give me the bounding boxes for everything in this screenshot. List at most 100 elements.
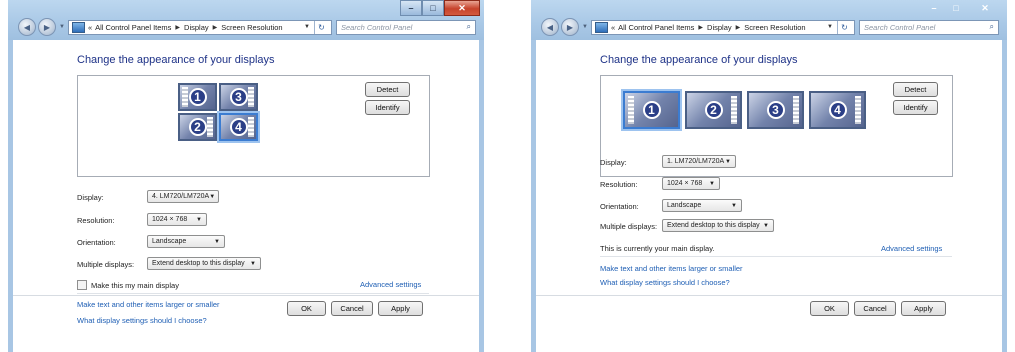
resolution-label: Resolution: <box>600 180 638 189</box>
main-display-label: Make this my main display <box>91 280 179 290</box>
address-bar[interactable]: « All Control Panel Items ▶ Display ▶ Sc… <box>67 19 332 35</box>
monitor-number: 4 <box>828 101 847 119</box>
main-display-status: This is currently your main display. <box>600 244 715 253</box>
detect-button[interactable]: Detect <box>365 82 410 97</box>
multiple-displays-label: Multiple displays: <box>600 222 658 231</box>
content-area: Change the appearance of your displays 1… <box>536 40 1002 352</box>
display-value: 1. LM720/LM720A <box>667 158 725 165</box>
display-arrangement-area[interactable]: 1 3 2 4 Detect Identify <box>77 75 430 177</box>
display-label: Display: <box>77 193 104 202</box>
search-icon[interactable]: ⌕ <box>467 22 471 32</box>
search-icon[interactable]: ⌕ <box>990 22 994 32</box>
orientation-value: Landscape <box>667 202 702 209</box>
display-dropdown[interactable]: 4. LM720/LM720A ▼ <box>147 190 219 203</box>
monitor-icon[interactable]: 4 <box>809 91 866 129</box>
multiple-displays-value: Extend desktop to this display <box>152 260 245 267</box>
address-bar[interactable]: « All Control Panel Items ▶ Display ▶ Sc… <box>590 19 855 35</box>
monitor-icon[interactable]: 2 <box>685 91 742 129</box>
breadcrumb-all-control-panel-items[interactable]: All Control Panel Items <box>95 23 171 32</box>
divider <box>77 293 429 294</box>
orientation-label: Orientation: <box>600 202 639 211</box>
breadcrumb-screen-resolution[interactable]: Screen Resolution <box>221 23 282 32</box>
apply-button[interactable]: Apply <box>378 301 423 316</box>
address-prefix: « <box>87 22 93 32</box>
main-display-checkbox[interactable]: Make this my main display <box>77 280 179 290</box>
minimize-icon[interactable]: – <box>923 0 945 16</box>
ok-button[interactable]: OK <box>810 301 849 316</box>
monitor-icon[interactable]: 2 <box>178 113 217 141</box>
display-dropdown[interactable]: 1. LM720/LM720A ▼ <box>662 155 736 168</box>
multiple-displays-dropdown[interactable]: Extend desktop to this display ▼ <box>147 257 261 270</box>
breadcrumb-all-control-panel-items[interactable]: All Control Panel Items <box>618 23 694 32</box>
monitor-number: 1 <box>642 101 661 119</box>
recent-pages-dropdown-icon[interactable]: ▼ <box>59 24 65 30</box>
monitor-number: 3 <box>229 88 248 106</box>
screen-resolution-window-left: – □ ✕ ◀ ▶ ▼ « All Control Panel Items ▶ … <box>8 0 484 352</box>
apply-button[interactable]: Apply <box>901 301 946 316</box>
display-label: Display: <box>600 158 627 167</box>
advanced-settings-link[interactable]: Advanced settings <box>360 280 421 289</box>
breadcrumb-separator-icon[interactable]: ▶ <box>175 24 180 31</box>
resolution-dropdown[interactable]: 1024 × 768 ▼ <box>662 177 720 190</box>
ok-button[interactable]: OK <box>287 301 326 316</box>
window-chrome: – □ ✕ ◀ ▶ ▼ « All Control Panel Items ▶ … <box>531 0 1007 40</box>
control-panel-icon <box>594 21 608 33</box>
checkbox-box[interactable] <box>77 280 87 290</box>
breadcrumb-separator-icon[interactable]: ▶ <box>736 24 741 31</box>
monitor-icon[interactable]: 1 <box>178 83 217 111</box>
cancel-button[interactable]: Cancel <box>331 301 373 316</box>
resolution-dropdown[interactable]: 1024 × 768 ▼ <box>147 213 207 226</box>
monitor-icon[interactable]: 3 <box>219 83 258 111</box>
monitor-number: 2 <box>188 118 207 136</box>
cancel-button[interactable]: Cancel <box>854 301 896 316</box>
multiple-displays-dropdown[interactable]: Extend desktop to this display ▼ <box>662 219 774 232</box>
display-arrangement-area[interactable]: 1 2 3 4 Detect Identify <box>600 75 953 177</box>
back-icon[interactable]: ◀ <box>18 18 36 36</box>
breadcrumb-display[interactable]: Display <box>707 23 732 32</box>
resolution-value: 1024 × 768 <box>152 216 188 223</box>
identify-button[interactable]: Identify <box>365 100 410 115</box>
advanced-settings-link[interactable]: Advanced settings <box>881 244 942 253</box>
text-size-link[interactable]: Make text and other items larger or smal… <box>600 264 743 273</box>
navigation-bar: ◀ ▶ ▼ « All Control Panel Items ▶ Displa… <box>541 17 999 37</box>
display-settings-help-link[interactable]: What display settings should I choose? <box>600 278 730 287</box>
search-input[interactable]: Search Control Panel ⌕ <box>859 19 999 35</box>
forward-icon[interactable]: ▶ <box>38 18 56 36</box>
window-border-right <box>479 40 484 352</box>
search-input[interactable]: Search Control Panel ⌕ <box>336 19 476 35</box>
detect-button[interactable]: Detect <box>893 82 938 97</box>
resolution-label: Resolution: <box>77 216 115 225</box>
recent-pages-dropdown-icon[interactable]: ▼ <box>582 24 588 30</box>
monitor-number: 1 <box>188 88 207 106</box>
multiple-displays-value: Extend desktop to this display <box>667 222 760 229</box>
display-settings-help-link[interactable]: What display settings should I choose? <box>77 316 207 325</box>
breadcrumb-separator-icon[interactable]: ▶ <box>213 24 218 31</box>
search-placeholder: Search Control Panel <box>864 22 936 32</box>
breadcrumb-screen-resolution[interactable]: Screen Resolution <box>744 23 805 32</box>
monitor-icon[interactable]: 3 <box>747 91 804 129</box>
forward-icon[interactable]: ▶ <box>561 18 579 36</box>
maximize-icon[interactable]: □ <box>422 0 444 16</box>
orientation-dropdown[interactable]: Landscape ▼ <box>147 235 225 248</box>
address-dropdown-icon[interactable]: ▼ <box>304 24 310 30</box>
refresh-icon[interactable]: ↻ <box>837 20 851 34</box>
button-area-divider <box>536 295 1002 296</box>
monitor-icon-selected[interactable]: 4 <box>219 113 258 141</box>
chevron-down-icon: ▼ <box>763 222 769 229</box>
close-icon[interactable]: ✕ <box>444 0 480 16</box>
refresh-icon[interactable]: ↻ <box>314 20 328 34</box>
breadcrumb-display[interactable]: Display <box>184 23 209 32</box>
maximize-icon[interactable]: □ <box>945 0 967 16</box>
text-size-link[interactable]: Make text and other items larger or smal… <box>77 300 220 309</box>
minimize-icon[interactable]: – <box>400 0 422 16</box>
address-dropdown-icon[interactable]: ▼ <box>827 24 833 30</box>
navigation-bar: ◀ ▶ ▼ « All Control Panel Items ▶ Displa… <box>18 17 476 37</box>
back-icon[interactable]: ◀ <box>541 18 559 36</box>
display-value: 4. LM720/LM720A <box>152 193 210 200</box>
multiple-displays-label: Multiple displays: <box>77 260 135 269</box>
monitor-icon-selected[interactable]: 1 <box>623 91 680 129</box>
orientation-dropdown[interactable]: Landscape ▼ <box>662 199 742 212</box>
identify-button[interactable]: Identify <box>893 100 938 115</box>
close-icon[interactable]: ✕ <box>967 0 1003 16</box>
breadcrumb-separator-icon[interactable]: ▶ <box>698 24 703 31</box>
